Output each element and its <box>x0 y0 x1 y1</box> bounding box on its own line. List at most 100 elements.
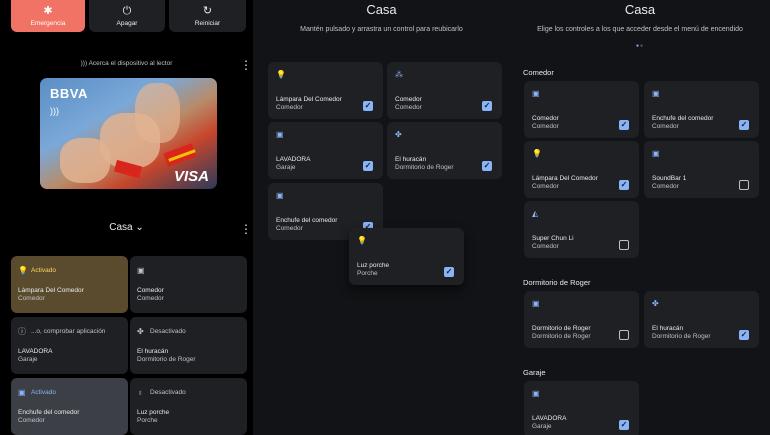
power-off-button[interactable]: ⏻ Apagar <box>89 0 165 32</box>
control-tile[interactable]: ◭ Super Chun Li Comedor <box>524 201 639 258</box>
tile-name: El huracán <box>395 156 427 163</box>
page-subtitle: Elige los controles a los que acceder de… <box>537 26 743 33</box>
restart-icon: ↻ <box>202 4 213 17</box>
fan-icon: ✤ <box>395 130 402 139</box>
lightbulb-icon: 💡 <box>532 149 542 158</box>
page-indicator: ●● <box>635 43 645 49</box>
tile-checkbox[interactable]: ✓ <box>363 161 373 171</box>
lightbulb-icon: ♁ <box>137 387 143 397</box>
wallet-more-icon[interactable]: ⋮ <box>240 59 252 71</box>
asterisk-icon: ✱ <box>43 4 53 17</box>
fan-icon: ✤ <box>137 326 144 336</box>
control-tile[interactable]: ✤ El huracán Dormitorio de Roger ✓ <box>644 291 759 348</box>
device-tile[interactable]: ▣ Comedor Comedor <box>130 256 247 313</box>
tile-name: Enchufe del comedor <box>652 115 714 122</box>
tile-checkbox[interactable]: ✓ <box>482 161 492 171</box>
outlet-icon: ▣ <box>18 387 26 397</box>
tile-room: Dormitorio de Roger <box>395 164 454 171</box>
device-tile[interactable]: ⓘ ...o, comprobar aplicación LAVADORA Gar… <box>11 317 128 374</box>
control-tile[interactable]: ▣ LAVADORA Garaje ✓ <box>268 122 383 179</box>
tile-name: Comedor <box>137 287 164 294</box>
tile-room: Porche <box>137 417 158 424</box>
tile-room: Comedor <box>532 123 559 130</box>
control-tile[interactable]: 💡 Lámpara Del Comedor Comedor ✓ <box>524 141 639 198</box>
device-tile[interactable]: ♁ Desactivado Luz porche Porche <box>130 378 247 435</box>
tile-room: Porche <box>357 270 378 277</box>
tile-checkbox[interactable] <box>619 330 629 340</box>
device-tile[interactable]: ✤ Desactivado El huracán Dormitorio de Ro… <box>130 317 247 374</box>
card-art-hand <box>135 83 180 143</box>
tile-room: Comedor <box>18 417 45 424</box>
tile-checkbox[interactable]: ✓ <box>363 101 373 111</box>
tile-name: LAVADORA <box>276 156 311 163</box>
control-tile[interactable]: ▣ Dormitorio de Roger Dormitorio de Roge… <box>524 291 639 348</box>
tile-room: Comedor <box>18 295 45 302</box>
speaker-icon: ▣ <box>652 149 660 158</box>
tile-name: Comedor <box>532 115 559 122</box>
tile-room: Garaje <box>532 423 552 430</box>
control-tile[interactable]: ⁂ Comedor Comedor ✓ <box>387 62 502 119</box>
nfc-hint: ))) Acerca el dispositivo al lector <box>0 60 253 67</box>
tile-room: Comedor <box>652 123 679 130</box>
tile-status: Desactivado <box>150 327 186 335</box>
tile-room: Comedor <box>532 243 559 250</box>
tile-name: SoundBar 1 <box>652 175 687 182</box>
washer-icon: ▣ <box>276 130 284 139</box>
control-tile[interactable]: 💡 Lámpara Del Comedor Comedor ✓ <box>268 62 383 119</box>
tile-checkbox[interactable]: ✓ <box>739 330 749 340</box>
contactless-icon: ))) <box>50 106 59 116</box>
nfc-hint-text: Acerca el dispositivo al lector <box>88 60 173 67</box>
restart-button[interactable]: ↻ Reiniciar <box>169 0 246 32</box>
tile-status: Desactivado <box>150 388 186 396</box>
tile-name: Enchufe del comedor <box>276 217 338 224</box>
tile-checkbox[interactable] <box>739 180 749 190</box>
tile-name: Enchufe del comedor <box>18 409 80 416</box>
control-tile[interactable]: ▣ SoundBar 1 Comedor <box>644 141 759 198</box>
payment-card[interactable]: BBVA ))) VISA <box>40 78 217 189</box>
vacuum-icon: ◭ <box>532 209 539 218</box>
control-tile[interactable]: ▣ Comedor Comedor ✓ <box>524 81 639 138</box>
control-tile[interactable]: ▣ LAVADORA Garaje ✓ <box>524 381 639 435</box>
tile-status: ...o, comprobar aplicación <box>31 327 106 335</box>
outlet-icon: ▣ <box>276 191 284 200</box>
tile-name: El huracán <box>137 348 169 355</box>
power-menu-panel: ✱ Emergencia ⏻ Apagar ↻ Reiniciar ))) Ac… <box>0 0 253 435</box>
tile-room: Dormitorio de Roger <box>137 356 196 363</box>
tile-checkbox[interactable] <box>619 240 629 250</box>
controls-more-icon[interactable]: ⋮ <box>240 223 252 235</box>
emergency-button[interactable]: ✱ Emergencia <box>11 0 85 32</box>
tile-checkbox[interactable]: ✓ <box>482 101 492 111</box>
power-off-label: Apagar <box>116 19 138 27</box>
home-selector[interactable]: Casa ⌄ <box>0 222 253 233</box>
nfc-icon: ))) <box>80 60 88 67</box>
section-header: Garaje <box>523 368 546 377</box>
tile-room: Comedor <box>395 104 422 111</box>
device-tile[interactable]: 💡 Activado Lámpara Del Comedor Comedor <box>11 256 128 313</box>
section-header: Comedor <box>523 68 554 77</box>
tile-status: Activado <box>31 388 56 396</box>
reorder-controls-panel: Casa Mantén pulsado y arrastra un contro… <box>253 0 510 435</box>
speaker-icon: ⁂ <box>395 70 403 79</box>
lightbulb-icon: 💡 <box>276 70 286 79</box>
tile-checkbox[interactable]: ✓ <box>444 267 454 277</box>
control-tile-dragging[interactable]: 💡 Luz porche Porche ✓ <box>349 228 464 285</box>
info-icon: ⓘ <box>18 326 26 336</box>
tile-name: Luz porche <box>357 262 390 269</box>
tile-name: Super Chun Li <box>532 235 574 242</box>
tile-checkbox[interactable]: ✓ <box>619 120 629 130</box>
tile-room: Comedor <box>137 295 164 302</box>
speaker-icon: ▣ <box>532 299 540 308</box>
choose-controls-panel: Casa Elige los controles a los que acced… <box>510 0 770 435</box>
tile-room: Comedor <box>276 104 303 111</box>
tile-checkbox[interactable]: ✓ <box>739 120 749 130</box>
control-tile[interactable]: ✤ El huracán Dormitorio de Roger ✓ <box>387 122 502 179</box>
control-tile[interactable]: ▣ Enchufe del comedor Comedor ✓ <box>644 81 759 138</box>
home-selector-label: Casa <box>109 222 133 233</box>
card-art-hand <box>60 138 110 183</box>
tile-checkbox[interactable]: ✓ <box>619 420 629 430</box>
tile-checkbox[interactable]: ✓ <box>619 180 629 190</box>
washer-icon: ▣ <box>532 389 540 398</box>
fan-icon: ✤ <box>652 299 659 308</box>
device-tile[interactable]: ▣ Activado Enchufe del comedor Comedor <box>11 378 128 435</box>
page-subtitle: Mantén pulsado y arrastra un control par… <box>300 26 463 33</box>
